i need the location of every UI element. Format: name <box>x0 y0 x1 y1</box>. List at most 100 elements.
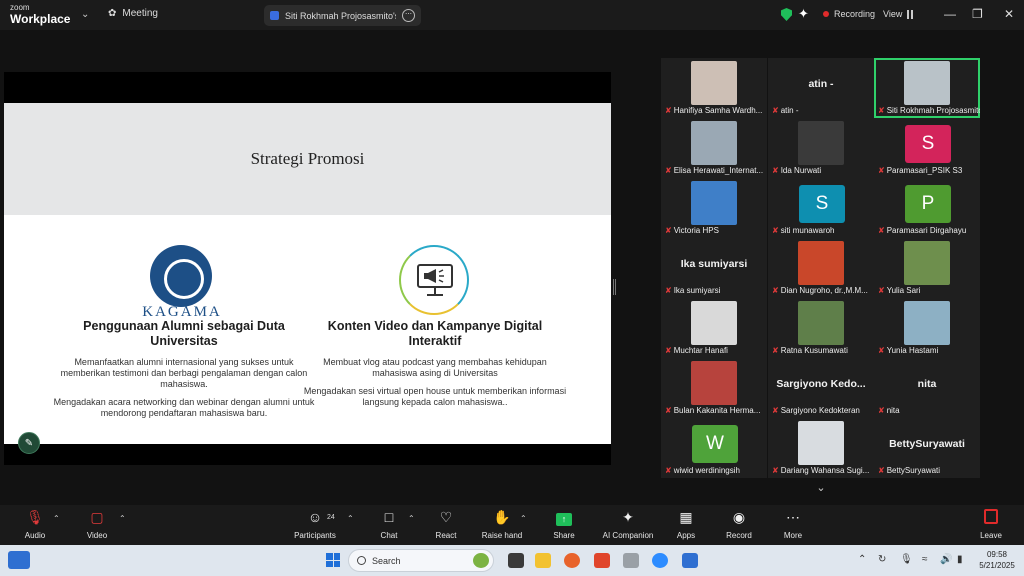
more-options-icon[interactable]: ⋯ <box>402 9 415 22</box>
reactions-options-caret-icon[interactable]: ⌃ <box>520 514 527 523</box>
video-button[interactable]: ▢ Video <box>67 509 127 540</box>
participant-display-name: BettySuryawati <box>889 438 965 450</box>
screen-share-indicator[interactable]: Siti Rokhmah Projosasmito's scre ⋯ <box>264 5 421 26</box>
sync-icon[interactable]: ↻ <box>878 554 886 565</box>
zoom-window: zoom Workplace ⌄ ✿ Meeting Siti Rokhmah … <box>0 0 1024 576</box>
participant-name-bar: ✘ Yunia Hastami <box>874 344 980 357</box>
mic-muted-icon: ✘ <box>878 166 885 175</box>
mic-muted-icon: ✘ <box>665 466 672 475</box>
tray-expand-chevron-icon[interactable]: ⌃ <box>858 554 866 565</box>
participant-tile[interactable]: BettySuryawati ✘ BettySuryawati <box>874 418 980 478</box>
participant-name: Dariang Wahansa Sugi... <box>780 466 870 475</box>
participant-tile[interactable]: ✘ Ratna Kusumawati <box>768 298 874 358</box>
chat-options-caret-icon[interactable]: ⌃ <box>408 514 415 523</box>
apps-button[interactable]: ▦ Apps <box>656 509 716 540</box>
participant-tile[interactable]: ✘ Muchtar Hanafi <box>661 298 767 358</box>
participant-name-bar: ✘ Muchtar Hanafi <box>661 344 767 357</box>
participant-video <box>798 121 844 165</box>
microphone-icon[interactable]: 🎙 <box>900 554 913 565</box>
video-options-caret-icon[interactable]: ⌃ <box>119 514 126 523</box>
participant-name: Yunia Hastami <box>886 346 939 355</box>
participant-tile[interactable]: ✘ Ida Nurwati <box>768 118 874 178</box>
file-explorer-icon[interactable] <box>535 553 551 568</box>
leave-button[interactable]: Leave <box>961 509 1021 540</box>
participant-tile[interactable]: atin - ✘ atin - <box>768 58 874 118</box>
participant-tile[interactable]: ✘ Yulia Sari <box>874 238 980 298</box>
participant-tile[interactable]: Sargiyono Kedo... ✘ Sargiyono Kedokteran <box>768 358 874 418</box>
participant-tile[interactable]: S ✘ Paramasari_PSIK S3 <box>874 118 980 178</box>
participant-name-bar: ✘ Paramasari Dirgahayu <box>874 224 980 237</box>
system-clock[interactable]: 09:58 5/21/2025 <box>975 549 1019 571</box>
participants-options-caret-icon[interactable]: ⌃ <box>347 514 354 523</box>
react-button[interactable]: ♡ React <box>416 509 476 540</box>
participants-button[interactable]: ☺ Participants <box>285 509 345 540</box>
participant-tile[interactable]: ✘ Dian Nugroho, dr.,M.M... <box>768 238 874 298</box>
wifi-icon[interactable]: ≈ <box>922 554 928 565</box>
mic-muted-icon: ✘ <box>665 346 672 355</box>
participant-video <box>691 181 737 225</box>
more-button[interactable]: ⋯ More <box>763 509 823 540</box>
participant-tile[interactable]: ✘ Siti Rokhmah Projosasmito <box>874 58 980 118</box>
react-label: React <box>435 531 457 540</box>
mic-muted-icon: ✘ <box>772 346 779 355</box>
restore-icon[interactable]: ❐ <box>972 7 983 21</box>
participants-label: Participants <box>294 531 336 540</box>
windows-start-icon[interactable] <box>326 553 340 567</box>
participant-display-name: Sargiyono Kedo... <box>776 378 866 390</box>
brave-browser-icon[interactable] <box>594 553 610 568</box>
snipping-tool-icon[interactable] <box>623 553 639 568</box>
participant-tile[interactable]: P ✘ Paramasari Dirgahayu <box>874 178 980 238</box>
participant-tile[interactable]: ✘ Elisa Herawati_Internat... <box>661 118 767 178</box>
logo-workplace-text: Workplace <box>10 12 71 26</box>
participant-tile[interactable]: W ✘ wiwid werdiningsih <box>661 418 767 478</box>
firefox-icon[interactable] <box>564 553 580 568</box>
participant-tile[interactable]: nita ✘ nita <box>874 358 980 418</box>
participant-video <box>904 301 950 345</box>
store-app-icon[interactable] <box>682 553 698 568</box>
close-icon[interactable]: ✕ <box>1004 7 1014 21</box>
participants-icon: ☺ <box>307 509 323 525</box>
ai-sparkle-icon[interactable]: ✦ <box>798 6 809 22</box>
participant-name: Sargiyono Kedokteran <box>780 406 860 415</box>
volume-icon[interactable]: 🔊 <box>940 554 952 565</box>
mic-muted-icon: ✘ <box>665 166 672 175</box>
participant-name-bar: ✘ Hanifiya Samha Wardh... <box>661 104 767 117</box>
meeting-tab[interactable]: ✿ Meeting <box>108 8 158 19</box>
record-button[interactable]: ◉ Record <box>709 509 769 540</box>
view-button[interactable]: View <box>883 9 902 19</box>
zoom-app-icon[interactable] <box>652 553 668 568</box>
participant-tile[interactable]: S ✘ siti munawaroh <box>768 178 874 238</box>
panel-resize-handle[interactable] <box>613 279 616 295</box>
apps-grid-icon: ▦ <box>679 509 693 525</box>
participant-tile[interactable]: ✘ Victoria HPS <box>661 178 767 238</box>
participant-tile[interactable]: ✘ Bulan Kakanita Herma... <box>661 358 767 418</box>
gallery-scroll-down-icon[interactable]: ⌄ <box>796 481 846 500</box>
minimize-icon[interactable]: — <box>944 7 956 21</box>
heart-icon: ♡ <box>439 509 453 525</box>
ai-companion-label: AI Companion <box>602 531 654 540</box>
taskbar-app-icon[interactable] <box>473 553 489 568</box>
right-heading: Konten Video dan Kampanye Digital Intera… <box>327 319 543 348</box>
encryption-shield-icon[interactable] <box>781 8 792 21</box>
share-button[interactable]: ↑ Share <box>534 509 594 540</box>
participant-name: siti munawaroh <box>780 226 835 235</box>
annotate-pen-icon[interactable]: ✎ <box>18 432 40 454</box>
audio-options-caret-icon[interactable]: ⌃ <box>53 514 60 523</box>
participant-name-bar: ✘ Ratna Kusumawati <box>768 344 874 357</box>
participant-name-bar: ✘ Ika sumiyarsi <box>661 284 767 297</box>
participant-tile[interactable]: ✘ Yunia Hastami <box>874 298 980 358</box>
apps-label: Apps <box>676 531 696 540</box>
chevron-down-icon[interactable]: ⌄ <box>81 9 89 20</box>
more-label: More <box>783 531 803 540</box>
recording-indicator[interactable]: Recording <box>823 9 875 19</box>
task-view-icon[interactable] <box>508 553 524 568</box>
participant-tile[interactable]: ✘ Hanifiya Samha Wardh... <box>661 58 767 118</box>
zoom-workplace-logo: zoom Workplace <box>10 4 71 26</box>
participant-avatar: P <box>905 185 951 223</box>
participant-tile[interactable]: Ika sumiyarsi ✘ Ika sumiyarsi <box>661 238 767 298</box>
ai-companion-icon: ✦ <box>622 509 634 525</box>
ai-companion-button[interactable]: ✦ AI Companion <box>598 509 658 540</box>
battery-icon[interactable]: ▮ <box>957 554 963 565</box>
weather-widget-icon[interactable] <box>8 551 30 569</box>
participant-tile[interactable]: ✘ Dariang Wahansa Sugi... <box>768 418 874 478</box>
